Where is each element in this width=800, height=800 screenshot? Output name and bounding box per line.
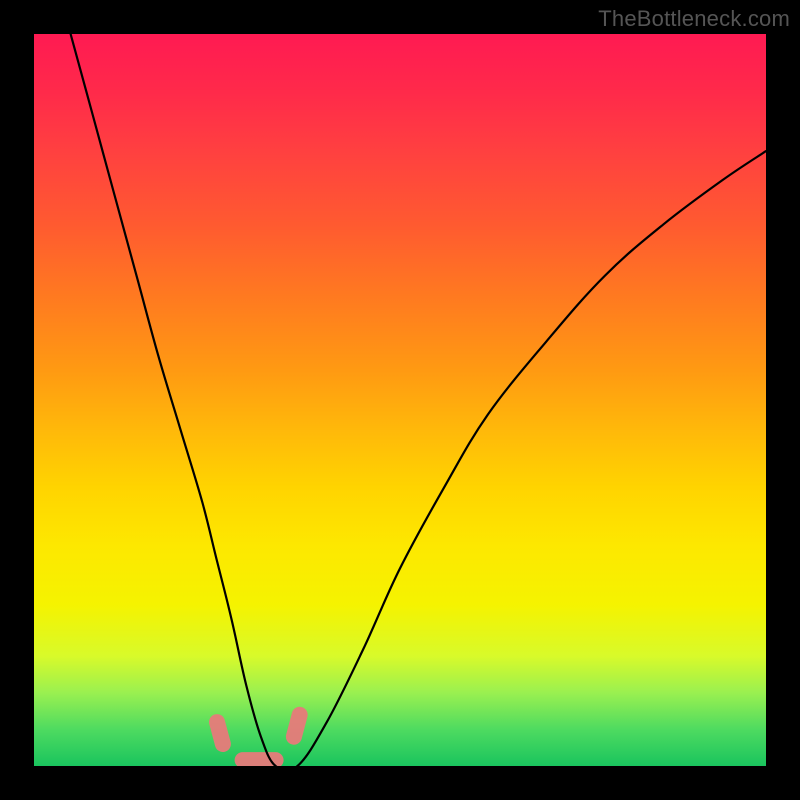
bottleneck-curve bbox=[71, 34, 766, 766]
chart-frame: TheBottleneck.com bbox=[0, 0, 800, 800]
plot-area bbox=[34, 34, 766, 766]
curve-svg bbox=[34, 34, 766, 766]
watermark-text: TheBottleneck.com bbox=[598, 6, 790, 32]
trough-markers bbox=[217, 715, 300, 760]
